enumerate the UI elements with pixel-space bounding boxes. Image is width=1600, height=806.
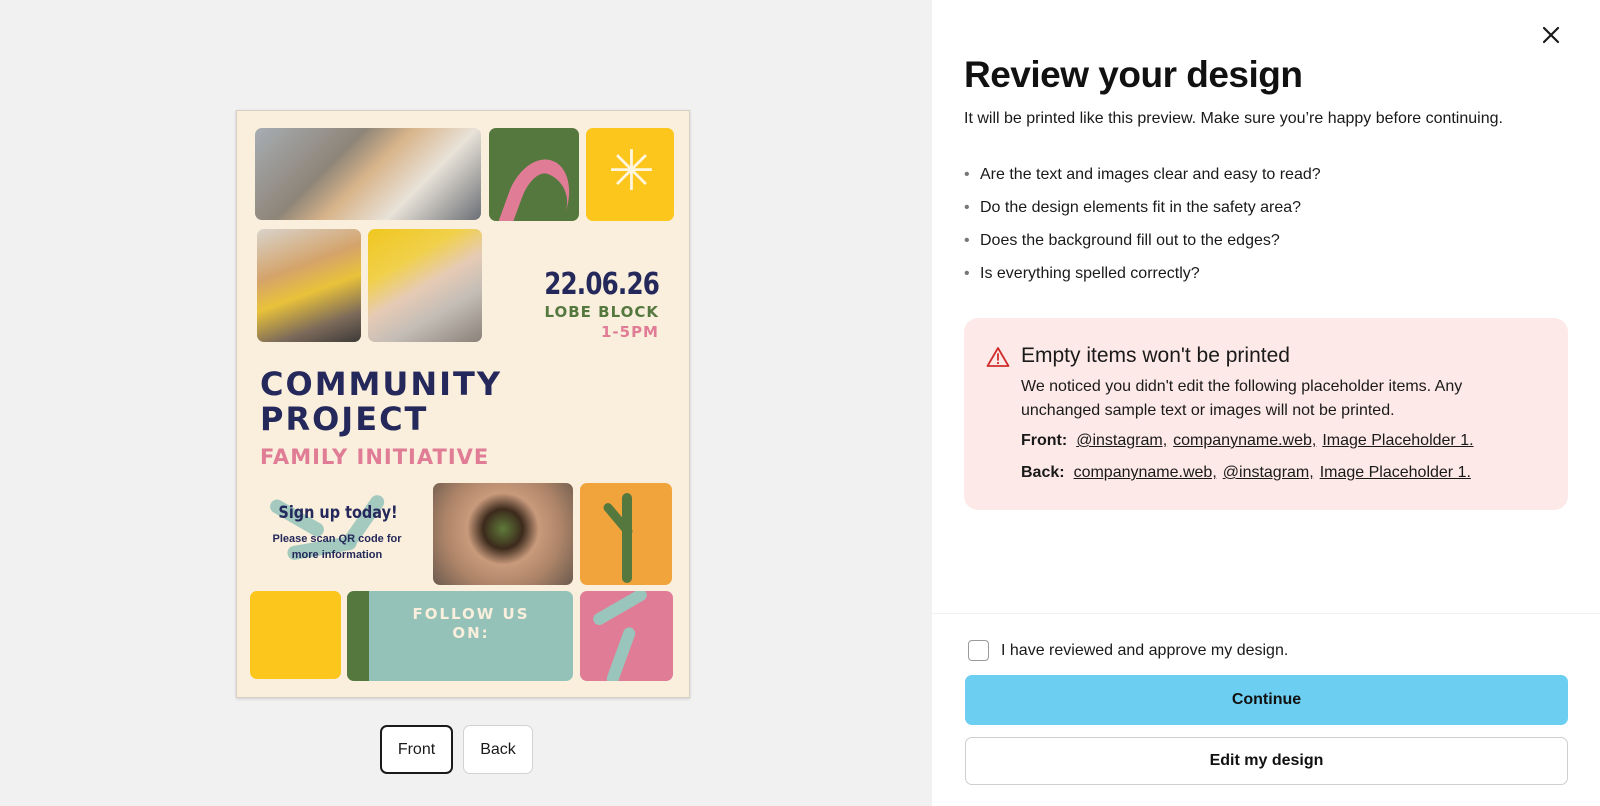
back-side-button[interactable]: Back [463,725,533,774]
alert-front-label: Front: [1021,432,1068,449]
close-icon[interactable] [1536,20,1566,50]
photo-seedling [433,483,573,585]
checklist-item: • Does the background fill out to the edg… [964,232,1280,249]
edit-design-button[interactable]: Edit my design [965,737,1568,785]
follow-tile: FOLLOW US ON: [347,591,573,681]
back-companyname-link[interactable]: companyname.web, [1074,464,1217,482]
alert-back-label: Back: [1021,464,1065,481]
checklist-item: • Is everything spelled correctly? [964,265,1200,282]
flyer-title: COMMUNITY PROJECT [260,367,502,437]
review-panel: Review your design It will be printed li… [932,0,1600,806]
panel-title: Review your design [964,54,1303,95]
alert-body: We noticed you didn't edit the following… [1021,378,1463,419]
front-instagram-link[interactable]: @instagram, [1076,432,1167,450]
flyer-signup-text: Please scan QR code for more information [272,533,402,561]
front-image-placeholder-link[interactable]: Image Placeholder 1. [1322,432,1473,450]
alert-title: Empty items won't be printed [1021,344,1290,367]
preview-pane: ✳ 22.06.26 LOBE BLOCK 1-5PM COMMUNITY PR… [0,0,932,806]
continue-button[interactable]: Continue [965,675,1568,725]
flyer-signup-title: Sign up today! [278,503,398,523]
footer-divider [932,613,1600,614]
panel-intro: It will be printed like this preview. Ma… [964,110,1503,127]
decor-tile-green [489,128,579,221]
back-image-placeholder-link[interactable]: Image Placeholder 1. [1320,464,1471,482]
decor-tile-pink [580,591,673,681]
warning-icon [986,346,1010,368]
back-instagram-link[interactable]: @instagram, [1223,464,1314,482]
photo-hardhat-1 [257,229,361,342]
decor-tile-yellow-star: ✳ [586,128,674,221]
approve-checkbox-row[interactable]: I have reviewed and approve my design. [968,640,1288,661]
alert-front-row: Front: @instagram, companyname.web, Imag… [1021,432,1474,450]
photo-hardhat-2 [368,229,482,342]
decor-tile-yellow [250,591,341,679]
flyer-preview: ✳ 22.06.26 LOBE BLOCK 1-5PM COMMUNITY PR… [236,110,690,698]
checklist-item: • Are the text and images clear and easy … [964,166,1321,183]
follow-line1: FOLLOW US [412,605,530,623]
flyer-time: 1-5PM [600,323,659,341]
flyer-location: LOBE BLOCK [544,303,659,321]
approve-checkbox[interactable] [968,640,989,661]
empty-items-alert: Empty items won't be printed We noticed … [964,318,1568,510]
flyer-date: 22.06.26 [544,267,660,302]
front-side-button[interactable]: Front [380,725,453,774]
flyer-title-line2: PROJECT [260,400,429,438]
checklist-item: • Do the design elements fit in the safet… [964,199,1302,216]
review-checklist: • Are the text and images clear and easy … [964,162,1321,294]
follow-line2: ON: [452,624,490,642]
approve-label: I have reviewed and approve my design. [1001,641,1289,659]
flyer-subtitle: FAMILY INITIATIVE [260,445,490,469]
alert-back-row: Back: companyname.web, @instagram, Image… [1021,464,1471,482]
photo-wood-beam [255,128,481,220]
front-companyname-link[interactable]: companyname.web, [1173,432,1316,450]
decor-tile-orange [580,483,672,585]
flyer-title-line1: COMMUNITY [260,365,503,403]
